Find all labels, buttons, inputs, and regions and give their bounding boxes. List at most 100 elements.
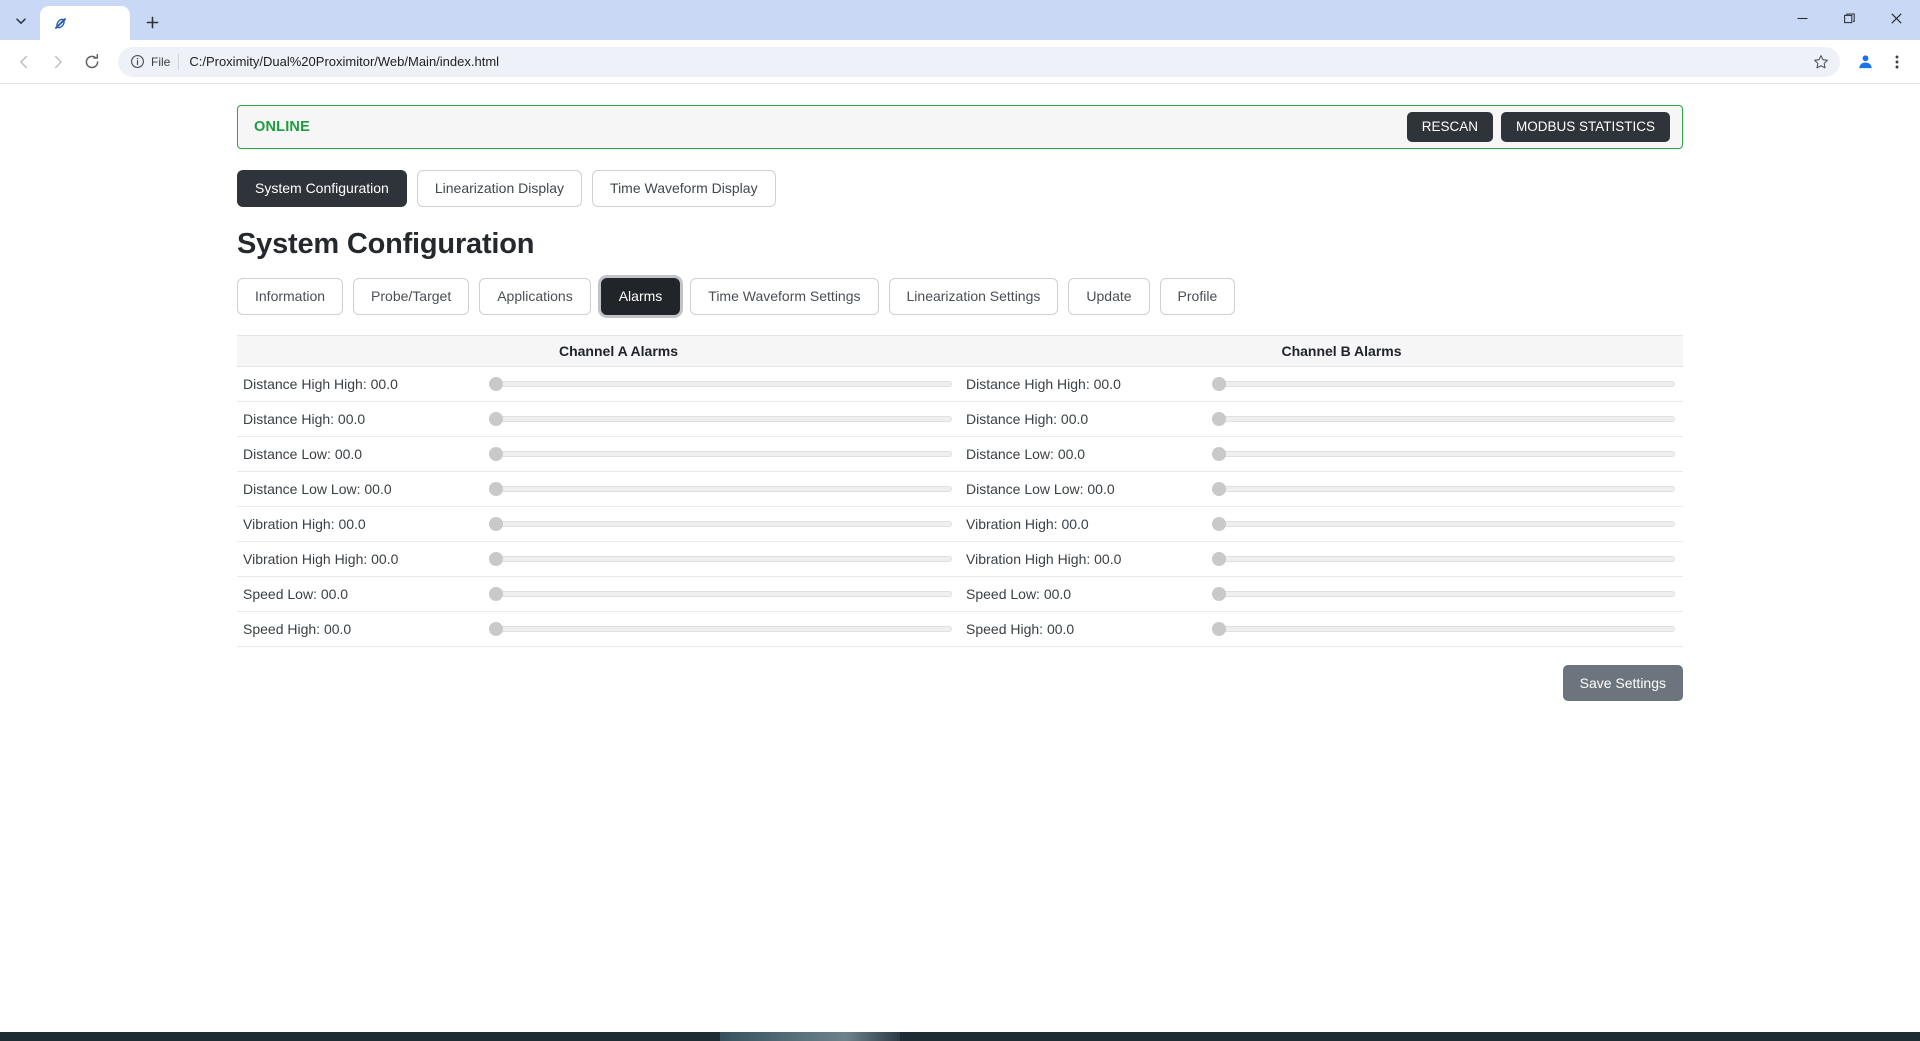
slider-thumb[interactable] bbox=[1212, 446, 1226, 461]
save-settings-button[interactable]: Save Settings bbox=[1562, 664, 1683, 702]
tab-update[interactable]: Update bbox=[1068, 277, 1150, 315]
channel-b-alarm-label: Vibration High High: 00.0 bbox=[966, 550, 1122, 567]
slider-thumb[interactable] bbox=[1212, 376, 1226, 391]
channel-a-alarm-slider[interactable] bbox=[489, 480, 952, 498]
slider-track[interactable] bbox=[489, 415, 952, 422]
channel-a-alarm-slider[interactable] bbox=[489, 550, 952, 568]
slider-track[interactable] bbox=[489, 520, 952, 527]
modbus-statistics-button[interactable]: MODBUS STATISTICS bbox=[1500, 111, 1670, 143]
channel-b-slider-wrap bbox=[1212, 480, 1683, 498]
address-bar-url[interactable]: C:/Proximity/Dual%20Proximitor/Web/Main/… bbox=[189, 54, 499, 69]
slider-track[interactable] bbox=[1212, 450, 1675, 457]
tab-linearization-settings[interactable]: Linearization Settings bbox=[888, 277, 1059, 315]
slider-track[interactable] bbox=[489, 380, 952, 387]
nav-system-configuration[interactable]: System Configuration bbox=[237, 170, 407, 207]
slider-track[interactable] bbox=[489, 485, 952, 492]
reload-icon[interactable] bbox=[76, 46, 108, 78]
sub-tab-bar: Information Probe/Target Applications Al… bbox=[237, 277, 1683, 315]
tab-strip bbox=[0, 0, 1920, 40]
slider-thumb[interactable] bbox=[1212, 411, 1226, 426]
channel-b-alarm-slider[interactable] bbox=[1212, 585, 1675, 603]
channel-a-alarm-label: Distance Low: 00.0 bbox=[243, 445, 363, 462]
slider-track[interactable] bbox=[1212, 485, 1675, 492]
table-row: Speed Low: 00.0 Speed Low: 00.0 bbox=[237, 577, 1683, 612]
slider-thumb[interactable] bbox=[489, 376, 503, 391]
channel-b-slider-wrap bbox=[1212, 410, 1683, 428]
three-dot-menu-icon[interactable] bbox=[1882, 46, 1912, 78]
slider-track[interactable] bbox=[489, 555, 952, 562]
tab-information[interactable]: Information bbox=[237, 277, 344, 315]
slider-track[interactable] bbox=[489, 625, 952, 632]
alarms-table-header: Channel A Alarms Channel B Alarms bbox=[237, 334, 1683, 367]
tab-alarms[interactable]: Alarms bbox=[600, 277, 681, 315]
bookmark-star-icon[interactable] bbox=[1808, 49, 1834, 75]
channel-b-alarm-slider[interactable] bbox=[1212, 375, 1675, 393]
slider-thumb[interactable] bbox=[1212, 516, 1226, 531]
channel-a-alarm-slider[interactable] bbox=[489, 375, 952, 393]
browser-tab[interactable] bbox=[40, 6, 130, 40]
slider-thumb[interactable] bbox=[489, 586, 503, 601]
slider-track[interactable] bbox=[1212, 380, 1675, 387]
channel-a-cell: Distance High: 00.0 bbox=[237, 410, 960, 428]
address-bar[interactable]: File C:/Proximity/Dual%20Proximitor/Web/… bbox=[118, 46, 1840, 77]
slider-track[interactable] bbox=[1212, 590, 1675, 597]
forward-arrow-right-icon[interactable] bbox=[42, 46, 74, 78]
channel-a-alarm-slider[interactable] bbox=[489, 410, 952, 428]
slider-track[interactable] bbox=[489, 590, 952, 597]
slider-thumb[interactable] bbox=[1212, 551, 1226, 566]
slider-track[interactable] bbox=[1212, 625, 1675, 632]
slider-track[interactable] bbox=[1212, 555, 1675, 562]
channel-b-alarm-slider[interactable] bbox=[1212, 515, 1675, 533]
minimize-icon[interactable] bbox=[1779, 0, 1826, 36]
new-tab-plus-icon[interactable] bbox=[137, 7, 167, 37]
info-circle-icon[interactable] bbox=[130, 54, 145, 69]
channel-b-header-cell: Channel B Alarms bbox=[960, 343, 1683, 359]
back-arrow-left-icon[interactable] bbox=[8, 46, 40, 78]
proximitor-logo-icon bbox=[52, 15, 69, 32]
channel-b-alarm-slider[interactable] bbox=[1212, 410, 1675, 428]
channel-a-alarm-slider[interactable] bbox=[489, 515, 952, 533]
slider-thumb[interactable] bbox=[1212, 621, 1226, 636]
tab-profile[interactable]: Profile bbox=[1159, 277, 1236, 315]
status-badge: ONLINE bbox=[254, 119, 310, 135]
tab-search-chevron-down-icon[interactable] bbox=[4, 6, 38, 36]
channel-a-alarm-slider[interactable] bbox=[489, 620, 952, 638]
slider-thumb[interactable] bbox=[489, 411, 503, 426]
tab-applications[interactable]: Applications bbox=[479, 277, 591, 315]
channel-b-slider-wrap bbox=[1212, 375, 1683, 393]
channel-b-alarm-slider[interactable] bbox=[1212, 620, 1675, 638]
channel-b-alarm-label: Speed High: 00.0 bbox=[966, 620, 1075, 637]
channel-b-alarm-slider[interactable] bbox=[1212, 480, 1675, 498]
channel-a-cell: Distance Low Low: 00.0 bbox=[237, 480, 960, 498]
table-row: Distance Low: 00.0 Distance Low: 00.0 bbox=[237, 437, 1683, 472]
status-actions: RESCAN MODBUS STATISTICS bbox=[1406, 111, 1670, 143]
tab-probe-target[interactable]: Probe/Target bbox=[353, 277, 470, 315]
channel-b-alarm-slider[interactable] bbox=[1212, 445, 1675, 463]
status-banner: ONLINE RESCAN MODBUS STATISTICS bbox=[237, 105, 1683, 149]
table-row: Distance High: 00.0 Distance High: 00.0 bbox=[237, 402, 1683, 437]
account-avatar-icon[interactable] bbox=[1850, 47, 1880, 77]
close-icon[interactable] bbox=[1873, 0, 1920, 36]
browser-window: File C:/Proximity/Dual%20Proximitor/Web/… bbox=[0, 0, 1920, 1041]
slider-track[interactable] bbox=[1212, 520, 1675, 527]
slider-thumb[interactable] bbox=[489, 446, 503, 461]
main-nav: System Configuration Linearization Displ… bbox=[237, 170, 1683, 207]
channel-a-alarm-slider[interactable] bbox=[489, 585, 952, 603]
slider-thumb[interactable] bbox=[489, 621, 503, 636]
rescan-button[interactable]: RESCAN bbox=[1406, 111, 1493, 143]
tab-time-waveform-settings[interactable]: Time Waveform Settings bbox=[690, 277, 879, 315]
nav-linearization-display[interactable]: Linearization Display bbox=[416, 170, 583, 207]
channel-b-cell: Speed Low: 00.0 bbox=[960, 585, 1683, 603]
slider-thumb[interactable] bbox=[489, 481, 503, 496]
slider-thumb[interactable] bbox=[489, 516, 503, 531]
slider-thumb[interactable] bbox=[1212, 586, 1226, 601]
channel-a-alarm-label: Speed Low: 00.0 bbox=[243, 585, 349, 602]
channel-b-alarm-slider[interactable] bbox=[1212, 550, 1675, 568]
slider-thumb[interactable] bbox=[1212, 481, 1226, 496]
channel-a-alarm-slider[interactable] bbox=[489, 445, 952, 463]
slider-track[interactable] bbox=[1212, 415, 1675, 422]
slider-track[interactable] bbox=[489, 450, 952, 457]
nav-time-waveform-display[interactable]: Time Waveform Display bbox=[592, 170, 776, 207]
maximize-icon[interactable] bbox=[1826, 0, 1873, 36]
slider-thumb[interactable] bbox=[489, 551, 503, 566]
